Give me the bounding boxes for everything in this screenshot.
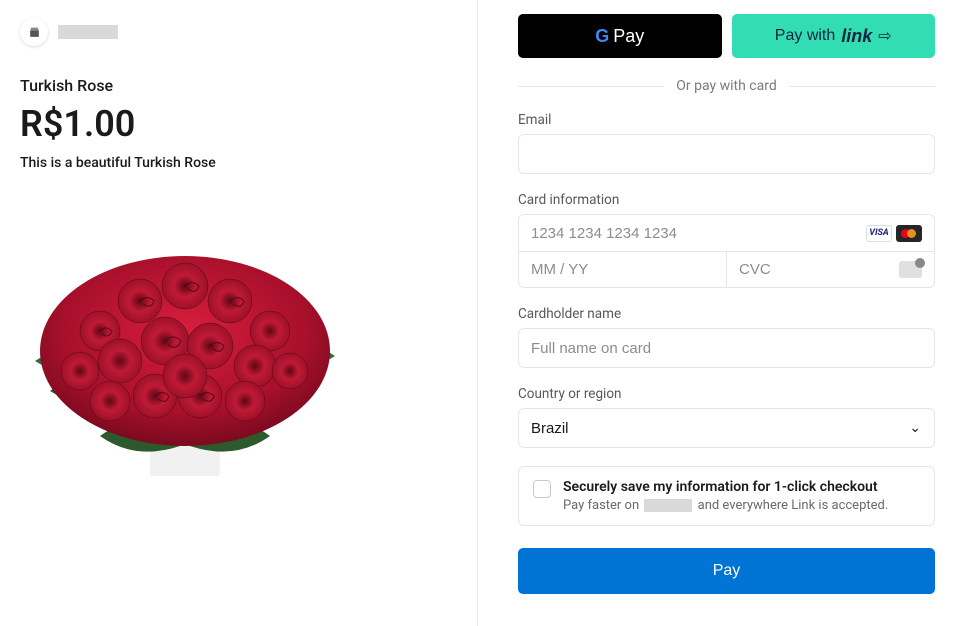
gpay-logo-icon: G Pay: [595, 26, 644, 47]
pay-with-card-divider: Or pay with card: [518, 78, 935, 94]
email-input[interactable]: [518, 134, 935, 174]
product-summary-panel: Turkish Rose R$1.00 This is a beautiful …: [0, 0, 477, 626]
save-info-box: Securely save my information for 1-click…: [518, 466, 935, 526]
google-pay-button[interactable]: G Pay: [518, 14, 722, 58]
divider-text: Or pay with card: [676, 78, 776, 94]
cvc-card-icon: [899, 261, 922, 278]
merchant-name-redacted: [58, 25, 118, 39]
email-label: Email: [518, 112, 935, 128]
checkout-form-panel: G Pay Pay with link ⇨ Or pay with card E…: [477, 0, 955, 626]
visa-icon: VISA: [866, 225, 892, 242]
arrow-right-icon: ⇨: [878, 26, 891, 46]
product-title: Turkish Rose: [20, 76, 457, 95]
pay-with-link-button[interactable]: Pay with link ⇨: [732, 14, 936, 58]
card-expiry-input[interactable]: [531, 261, 714, 278]
card-number-input[interactable]: [531, 225, 866, 242]
link-logo-icon: link: [841, 26, 872, 47]
pay-button[interactable]: Pay: [518, 548, 935, 594]
country-label: Country or region: [518, 386, 935, 402]
cardholder-name-label: Cardholder name: [518, 306, 935, 322]
card-cvc-input[interactable]: [739, 261, 899, 278]
merchant-row: [20, 18, 457, 46]
link-prefix-text: Pay with: [775, 27, 835, 45]
save-info-checkbox[interactable]: [533, 480, 551, 498]
save-info-subtitle: Pay faster on and everywhere Link is acc…: [563, 498, 888, 513]
merchant-name-redacted-inline: [644, 499, 692, 512]
merchant-icon: [20, 18, 48, 46]
card-input-group: VISA: [518, 214, 935, 288]
product-description: This is a beautiful Turkish Rose: [20, 155, 457, 171]
cardholder-name-input[interactable]: [518, 328, 935, 368]
gpay-pay-text: Pay: [613, 26, 644, 47]
card-brand-icons: VISA: [866, 225, 922, 242]
product-image: [20, 211, 350, 491]
country-select[interactable]: Brazil: [518, 408, 935, 448]
mastercard-icon: [896, 225, 922, 242]
card-info-label: Card information: [518, 192, 935, 208]
save-info-title: Securely save my information for 1-click…: [563, 479, 888, 495]
product-price: R$1.00: [20, 103, 457, 145]
